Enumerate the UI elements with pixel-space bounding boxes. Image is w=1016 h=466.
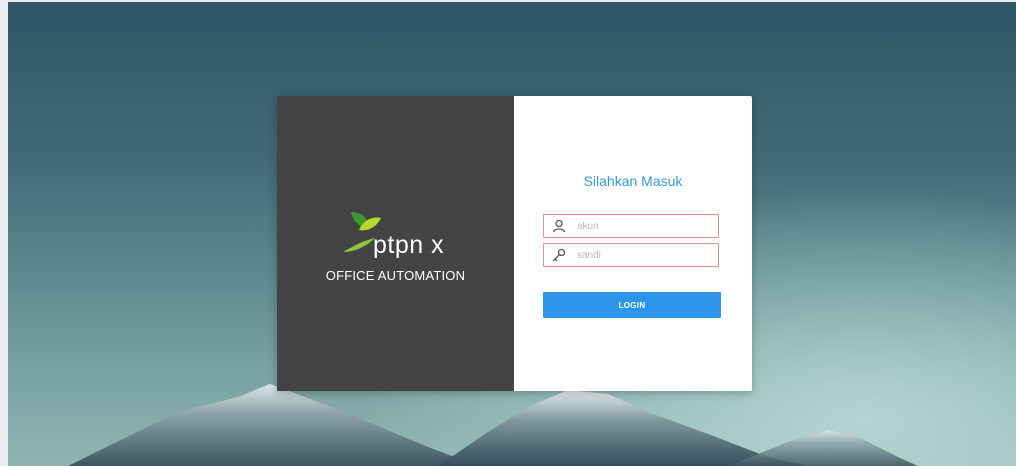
ptpn-logo: ptpn x — [341, 208, 451, 259]
logo-text: ptpn x — [373, 231, 445, 259]
page-frame: ptpn x OFFICE AUTOMATION Silahkan Masuk — [0, 0, 1016, 466]
password-input[interactable] — [577, 249, 707, 261]
login-button[interactable]: LOGIN — [543, 292, 721, 318]
user-icon — [552, 219, 566, 233]
brand-panel: ptpn x OFFICE AUTOMATION — [277, 96, 514, 391]
username-field[interactable] — [543, 214, 719, 238]
login-panel: Silahkan Masuk akun LOGIN — [514, 96, 752, 391]
key-icon — [552, 248, 566, 262]
username-input[interactable] — [577, 220, 707, 232]
login-title: Silahkan Masuk — [583, 173, 683, 189]
password-field[interactable] — [543, 243, 719, 267]
login-card: ptpn x OFFICE AUTOMATION Silahkan Masuk — [277, 96, 752, 391]
app-subtitle: OFFICE AUTOMATION — [325, 268, 466, 283]
